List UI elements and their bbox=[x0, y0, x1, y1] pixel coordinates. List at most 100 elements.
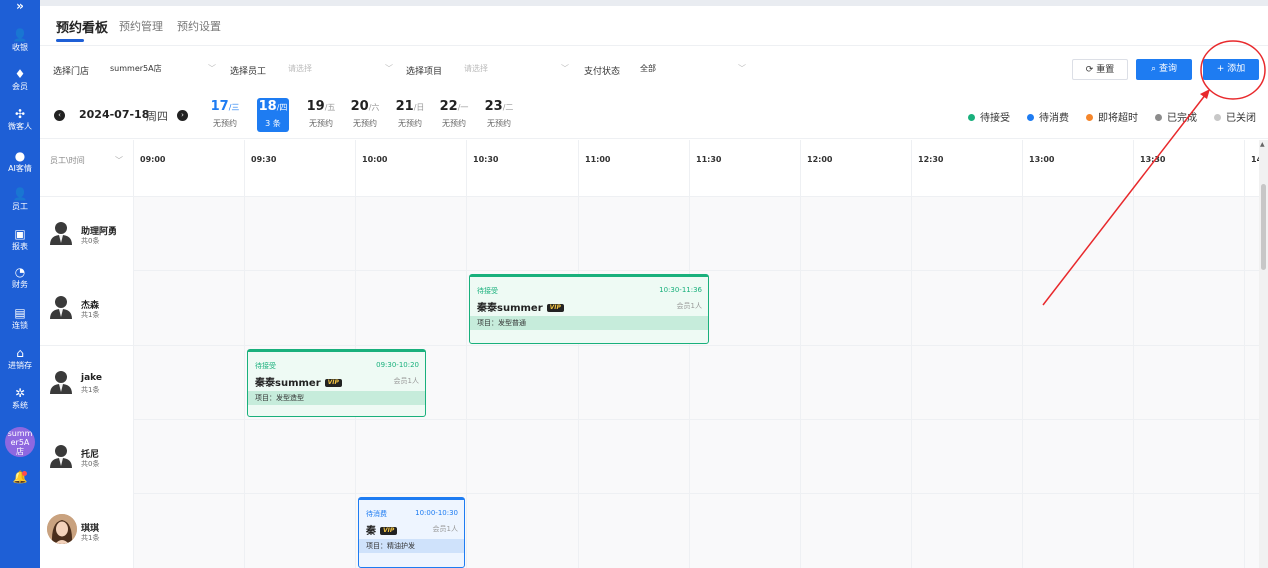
day-weekday: /五 bbox=[324, 103, 336, 112]
sidebar-item-label: 财务 bbox=[12, 280, 28, 289]
day-count: 3 条 bbox=[265, 119, 281, 128]
warehouse-icon: ⌂ bbox=[16, 346, 24, 360]
customer-name: 秦 bbox=[366, 526, 376, 537]
grid-vline bbox=[689, 140, 690, 568]
appointment-time: 09:30-10:20 bbox=[376, 361, 419, 369]
time-header: 11:00 bbox=[585, 155, 611, 164]
staff-row[interactable]: 杰森 共1条 bbox=[40, 271, 133, 345]
query-button[interactable]: ⌕ 查询 bbox=[1136, 59, 1192, 80]
member-count: 会员1人 bbox=[676, 302, 702, 310]
prev-day-icon[interactable]: ‹ bbox=[54, 110, 65, 121]
legend-label: 即将超时 bbox=[1098, 113, 1138, 124]
grid-hline bbox=[40, 270, 1259, 271]
chevron-down-icon: ﹀ bbox=[385, 64, 393, 73]
customer-name: 秦泰summer bbox=[477, 303, 543, 314]
time-header: 12:00 bbox=[807, 155, 833, 164]
sidebar-item-label: AI客情 bbox=[8, 164, 32, 173]
grid-gap bbox=[40, 180, 1259, 196]
sidebar-item-member[interactable]: ♦ 会员 bbox=[0, 66, 40, 96]
chevron-down-icon: ﹀ bbox=[561, 64, 569, 73]
staff-row[interactable]: 琪琪 共1条 bbox=[40, 494, 133, 568]
sidebar-item-chain[interactable]: ▤ 连锁 bbox=[0, 305, 40, 335]
sidebar-item-wechat-guest[interactable]: ✣ 微客人 bbox=[0, 106, 40, 136]
time-header: 09:30 bbox=[251, 155, 277, 164]
day-count: 无预约 bbox=[442, 119, 466, 128]
next-day-icon[interactable]: › bbox=[177, 110, 188, 121]
sidebar-item-label: 系统 bbox=[12, 401, 28, 410]
day-22[interactable]: 22/一 无预约 bbox=[438, 98, 470, 132]
tab-management[interactable]: 预约管理 bbox=[119, 18, 163, 34]
appointment-card[interactable]: 待接受 09:30-10:20 秦泰summer VIP 会员1人 项目：发型造型 bbox=[247, 349, 426, 417]
day-count: 无预约 bbox=[309, 119, 333, 128]
status-dot bbox=[1155, 114, 1162, 121]
day-20[interactable]: 20/六 无预约 bbox=[349, 98, 381, 132]
appointment-time: 10:00-10:30 bbox=[415, 509, 458, 517]
sidebar-item-staff[interactable]: 👤 员工 bbox=[0, 186, 40, 216]
sidebar-item-label: 员工 bbox=[12, 202, 28, 211]
staff-count: 共1条 bbox=[81, 534, 100, 542]
store-icon: ▤ bbox=[14, 306, 26, 320]
status-dot bbox=[1214, 114, 1221, 121]
staff-select-placeholder: 请选择 bbox=[288, 64, 312, 73]
day-18[interactable]: 18/四 3 条 bbox=[257, 98, 289, 132]
day-count: 无预约 bbox=[487, 119, 511, 128]
sidebar-toggle-icon[interactable]: » bbox=[0, 0, 40, 16]
staff-count: 共0条 bbox=[81, 460, 100, 468]
legend-label: 待接受 bbox=[980, 113, 1010, 124]
staff-row[interactable]: 托尼 共0条 bbox=[40, 420, 133, 494]
day-23[interactable]: 23/二 无预约 bbox=[483, 98, 515, 132]
store-avatar[interactable]: summer5A店 bbox=[5, 427, 35, 457]
member-count: 会员1人 bbox=[393, 377, 419, 385]
tab-settings[interactable]: 预约设置 bbox=[177, 18, 221, 34]
day-num: 17 bbox=[210, 99, 229, 114]
gear-icon: ✲ bbox=[14, 386, 26, 400]
chevron-down-icon: ﹀ bbox=[208, 64, 216, 73]
day-num: 19 bbox=[306, 99, 325, 114]
day-17[interactable]: 17/三 无预约 bbox=[209, 98, 241, 132]
day-num: 23 bbox=[484, 99, 503, 114]
add-button[interactable]: + 添加 bbox=[1203, 59, 1259, 80]
sidebar-item-ai[interactable]: ● AI客情 bbox=[0, 148, 40, 178]
scrollbar-thumb[interactable] bbox=[1261, 184, 1266, 270]
item-select[interactable]: 请选择 ﹀ bbox=[458, 58, 573, 80]
day-num: 22 bbox=[439, 99, 458, 114]
grid-hline bbox=[40, 345, 1259, 346]
appointment-project: 项目：发型普通 bbox=[470, 316, 708, 330]
legend-completed: 已完成 bbox=[1155, 109, 1197, 124]
current-weekday: 周四 bbox=[146, 110, 168, 123]
sidebar-item-cashier[interactable]: 👤 收银 bbox=[0, 27, 40, 57]
scroll-up-icon[interactable]: ▲ bbox=[1260, 141, 1265, 148]
appointment-card[interactable]: 待接受 10:30-11:36 秦泰summer VIP 会员1人 项目：发型普通 bbox=[469, 274, 709, 344]
staff-row[interactable]: 助理阿勇 共0条 bbox=[40, 197, 133, 271]
bell-icon[interactable]: 🔔 bbox=[0, 470, 40, 484]
vertical-scrollbar[interactable]: ▲ bbox=[1259, 140, 1268, 568]
appointment-status: 待接受 bbox=[255, 362, 276, 370]
store-select[interactable]: summer5A店 ﹀ bbox=[104, 58, 220, 80]
sidebar-item-report[interactable]: ▣ 报表 bbox=[0, 226, 40, 256]
staff-avatar-icon bbox=[50, 222, 72, 245]
staff-select[interactable]: 请选择 ﹀ bbox=[282, 58, 397, 80]
grid-hline bbox=[40, 493, 1259, 494]
sidebar-item-inventory[interactable]: ⌂ 进销存 bbox=[0, 345, 40, 375]
appointment-card[interactable]: 待消费 10:00-10:30 秦 VIP 会员1人 项目：精油护发 bbox=[358, 497, 465, 568]
sidebar-item-system[interactable]: ✲ 系统 bbox=[0, 385, 40, 415]
tab-board[interactable]: 预约看板 bbox=[56, 17, 108, 36]
reset-button[interactable]: ⟳ 重置 bbox=[1072, 59, 1128, 80]
staff-row[interactable]: jake 共1条 bbox=[40, 346, 133, 420]
staff-avatar-icon bbox=[50, 371, 72, 394]
staff-avatar-icon bbox=[50, 296, 72, 319]
grid-vline bbox=[466, 140, 467, 568]
diamond-icon: ♦ bbox=[14, 67, 26, 81]
pay-status-select[interactable]: 全部 ﹀ bbox=[634, 58, 750, 80]
chevron-down-icon: ﹀ bbox=[115, 156, 123, 165]
day-21[interactable]: 21/日 无预约 bbox=[394, 98, 426, 132]
staff-filter-label: 选择员工 bbox=[230, 67, 267, 77]
day-19[interactable]: 19/五 无预约 bbox=[305, 98, 337, 132]
staff-time-corner[interactable]: 员工\时间 ﹀ bbox=[40, 140, 133, 180]
monitor-icon: ▣ bbox=[14, 227, 26, 241]
time-header: 14 bbox=[1251, 155, 1259, 164]
time-header: 09:00 bbox=[140, 155, 166, 164]
grid-vline bbox=[244, 140, 245, 568]
sidebar-item-finance[interactable]: ◔ 财务 bbox=[0, 264, 40, 294]
sidebar-item-label: 连锁 bbox=[12, 321, 28, 330]
